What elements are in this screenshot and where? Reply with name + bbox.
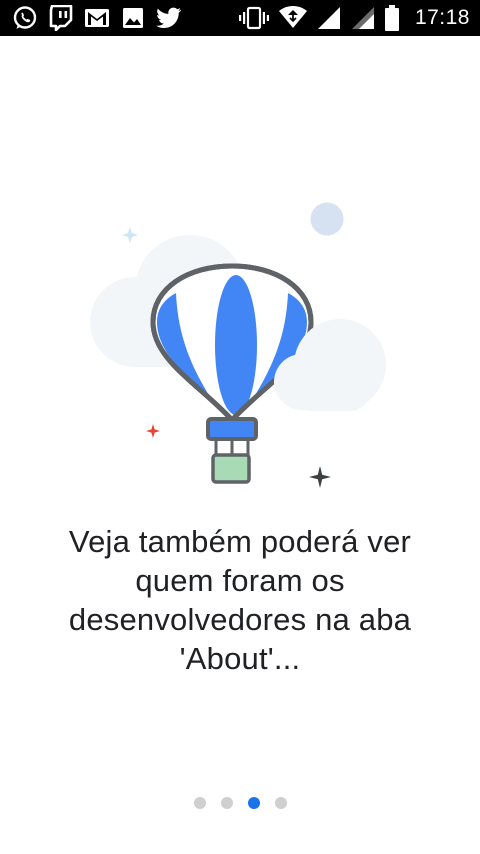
page-dot-3-active[interactable] [247,797,260,809]
hot-air-balloon-illustration [90,202,386,488]
onboarding-screen: 17:18 Veja também poderá ver quem foram … [0,0,480,854]
whatsapp-icon [13,6,37,29]
twitter-icon [156,7,182,28]
signal-secondary-icon [351,7,374,29]
system-icons: 17:18 [238,4,470,32]
wifi-icon [278,6,307,28]
battery-icon [384,5,399,31]
page-indicator [0,797,480,811]
clock: 17:18 [414,6,470,29]
vibrate-icon [238,6,269,30]
gmail-icon [85,9,109,27]
onboarding-message: Veja também poderá ver quem foram os des… [68,524,412,676]
sparkle-light-blue-icon [122,227,138,243]
sparkle-dark-icon [309,466,331,488]
page-dot-2[interactable] [220,797,233,809]
page-dot-1[interactable] [193,797,206,809]
sparkle-red-icon [146,424,160,438]
page-dot-4[interactable] [274,797,287,809]
moon-circle [310,202,344,236]
status-bar: 17:18 [0,0,480,36]
notification-icons [12,5,182,31]
gallery-icon [123,8,143,28]
twitch-icon [49,5,73,31]
signal-icon [317,7,340,29]
